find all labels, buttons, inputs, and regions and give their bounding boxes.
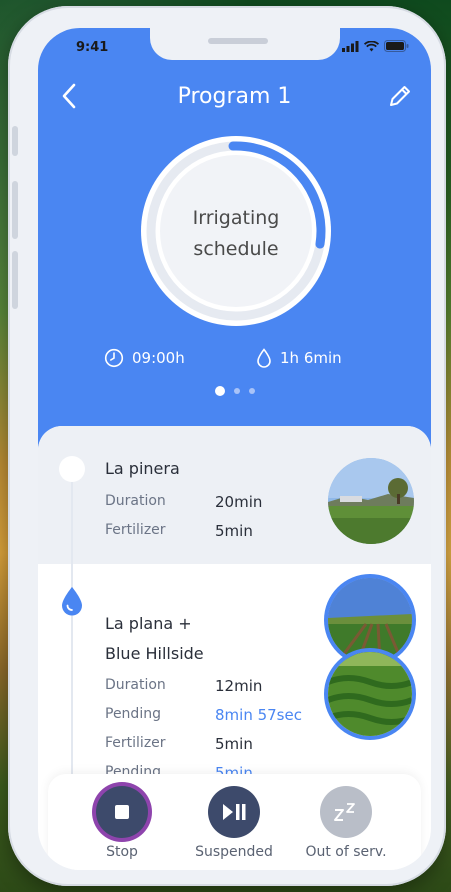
pending-value: 8min 57sec bbox=[215, 706, 302, 724]
sector-photo-la-plana bbox=[328, 578, 412, 662]
volume-down-button bbox=[12, 251, 18, 309]
stop-action[interactable]: Stop bbox=[72, 786, 172, 860]
carousel-dot-2[interactable] bbox=[233, 388, 240, 394]
duration-label: Duration bbox=[105, 493, 166, 509]
sector-name: La pinera bbox=[105, 459, 180, 478]
stop-label: Stop bbox=[106, 844, 138, 860]
notch bbox=[150, 28, 340, 60]
play-pause-icon bbox=[223, 804, 246, 820]
suspend-action[interactable]: Suspended bbox=[184, 786, 284, 860]
action-bar: Stop Suspended Out of serv. bbox=[48, 774, 421, 870]
battery-icon bbox=[384, 40, 409, 52]
ring-label-line2: schedule bbox=[193, 238, 279, 260]
start-time: 09:00h bbox=[104, 348, 185, 368]
stop-button[interactable] bbox=[96, 786, 148, 838]
sleep-icon bbox=[334, 803, 355, 821]
completed-marker bbox=[59, 456, 85, 482]
fertilizer-label: Fertilizer bbox=[105, 735, 166, 751]
suspend-label: Suspended bbox=[195, 844, 273, 860]
total-duration: 1h 6min bbox=[256, 348, 342, 368]
app-screen: 9:41 Program 1 Irrigating schedule 09:00… bbox=[38, 28, 431, 870]
sector-photo-blue-hillside bbox=[328, 652, 412, 736]
fertilizer-label: Fertilizer bbox=[105, 522, 166, 538]
volume-up-button bbox=[12, 181, 18, 239]
fertilizer-value: 5min bbox=[215, 522, 253, 540]
phone-frame: 9:41 Program 1 Irrigating schedule 09:00… bbox=[8, 6, 446, 886]
total-duration-value: 1h 6min bbox=[280, 349, 342, 367]
water-drop-icon bbox=[257, 348, 271, 368]
fertilizer-value: 5min bbox=[215, 735, 253, 753]
progress-ring: Irrigating schedule bbox=[138, 133, 334, 329]
out-of-service-action[interactable]: Out of serv. bbox=[296, 786, 396, 860]
status-time: 9:41 bbox=[76, 40, 109, 55]
pending-label: Pending bbox=[105, 706, 161, 722]
clock-icon bbox=[104, 348, 124, 368]
carousel-dot-1[interactable] bbox=[214, 386, 225, 396]
timeline-line bbox=[71, 466, 73, 826]
out-of-service-button[interactable] bbox=[320, 786, 372, 838]
edit-pencil-icon[interactable] bbox=[387, 83, 413, 109]
speaker bbox=[208, 38, 268, 44]
wifi-icon bbox=[364, 40, 379, 51]
sector-name-line1: La plana + bbox=[105, 614, 192, 633]
out-of-service-label: Out of serv. bbox=[305, 844, 387, 860]
mute-switch bbox=[12, 126, 18, 156]
duration-value: 20min bbox=[215, 493, 263, 511]
sector-name-line2: Blue Hillside bbox=[105, 644, 204, 663]
status-icons bbox=[342, 40, 409, 52]
carousel-dots[interactable] bbox=[38, 386, 431, 396]
start-time-value: 09:00h bbox=[132, 349, 185, 367]
sector-photo-la-pinera bbox=[328, 458, 414, 544]
ring-label-line1: Irrigating bbox=[192, 207, 280, 229]
suspend-button[interactable] bbox=[208, 786, 260, 838]
signal-icon bbox=[342, 40, 359, 52]
ring-label: Irrigating schedule bbox=[138, 203, 334, 265]
active-drop-icon bbox=[62, 587, 82, 616]
duration-value: 12min bbox=[215, 677, 263, 695]
page-title: Program 1 bbox=[177, 84, 292, 109]
stop-icon bbox=[115, 805, 129, 819]
duration-label: Duration bbox=[105, 677, 166, 693]
carousel-dot-3[interactable] bbox=[248, 388, 255, 394]
